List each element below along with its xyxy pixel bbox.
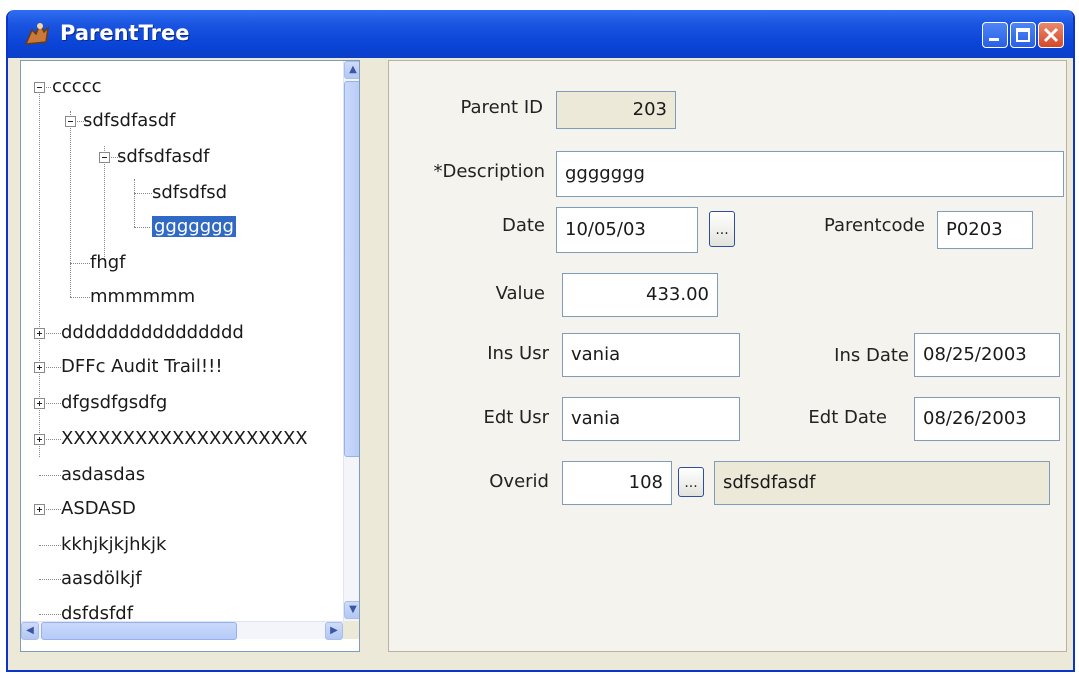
tree-horizontal-scrollbar[interactable]: ◀ ▶ — [21, 621, 343, 640]
tree-node[interactable]: sdfsdfsd — [152, 180, 227, 206]
tree-node[interactable]: mmmmmm — [90, 284, 195, 310]
value-field[interactable]: 433.00 — [562, 273, 718, 317]
horizontal-scroll-thumb[interactable] — [41, 622, 237, 640]
collapse-icon[interactable] — [65, 116, 76, 127]
tree-connector — [104, 146, 105, 261]
vertical-scroll-thumb[interactable] — [344, 81, 359, 457]
date-label: Date — [501, 215, 545, 236]
overid-description-field: sdfsdfasdf — [714, 461, 1050, 505]
collapse-icon[interactable] — [99, 152, 110, 163]
description-label: *Description — [433, 161, 545, 182]
tree-node[interactable]: fhgf — [90, 250, 126, 276]
tree-node[interactable]: aasdölkjf — [61, 566, 142, 592]
detail-form: Parent ID 203 *Description ggggggg Date … — [388, 60, 1067, 652]
expand-icon[interactable] — [34, 504, 45, 515]
tree-vertical-scrollbar[interactable]: ▲ ▼ — [343, 61, 359, 621]
maximize-button[interactable] — [1010, 22, 1036, 48]
expand-icon[interactable] — [34, 434, 45, 445]
date-field[interactable]: 10/05/03 — [556, 207, 698, 253]
scroll-down-icon[interactable]: ▼ — [344, 601, 359, 619]
tree-node[interactable]: XXXXXXXXXXXXXXXXXXXX — [61, 426, 308, 452]
ins-usr-label: Ins Usr — [487, 343, 549, 364]
title-bar[interactable]: ParentTree — [8, 10, 1073, 58]
tree-connector — [134, 179, 135, 227]
scroll-left-icon[interactable]: ◀ — [21, 622, 39, 640]
minimize-icon — [989, 38, 999, 41]
edt-usr-label: Edt Usr — [483, 407, 549, 428]
app-window: ParentTree ccccc sdfsdfasdf sdfsdfasdf s… — [6, 10, 1075, 672]
parentcode-label: Parentcode — [823, 215, 925, 236]
tree-connector — [39, 475, 61, 476]
close-icon — [1043, 27, 1059, 43]
tree-connector — [39, 545, 61, 546]
tree-node[interactable]: kkhjkjkjhkjk — [61, 532, 166, 558]
tree-node[interactable]: dfgsdfgsdfg — [61, 390, 167, 416]
tree-connector — [134, 193, 152, 194]
tree-connector — [70, 297, 90, 298]
description-field[interactable]: ggggggg — [556, 151, 1064, 197]
ins-usr-field[interactable]: vania — [562, 333, 740, 377]
parent-tree[interactable]: ccccc sdfsdfasdf sdfsdfasdf sdfsdfsd ggg… — [21, 61, 343, 621]
expand-icon[interactable] — [34, 328, 45, 339]
parent-id-field: 203 — [556, 91, 676, 129]
collapse-icon[interactable] — [34, 82, 45, 93]
edt-usr-field[interactable]: vania — [562, 397, 740, 441]
tree-node[interactable]: sdfsdfasdf — [83, 108, 175, 134]
tree-panel: ccccc sdfsdfasdf sdfsdfasdf sdfsdfsd ggg… — [20, 60, 360, 652]
value-label: Value — [495, 283, 545, 304]
tree-connector — [134, 227, 152, 228]
tree-connector — [70, 263, 90, 264]
window-title: ParentTree — [60, 21, 190, 45]
maximize-icon — [1016, 28, 1030, 42]
tree-connector — [70, 111, 71, 297]
tree-node[interactable]: ccccc — [52, 74, 101, 100]
scroll-up-icon[interactable]: ▲ — [344, 61, 359, 79]
scrollbar-corner — [343, 621, 359, 639]
edt-date-field[interactable]: 08/26/2003 — [914, 397, 1060, 441]
edt-date-label: Edt Date — [808, 407, 887, 428]
tree-node-selected[interactable]: ggggggg — [151, 214, 237, 240]
expand-icon[interactable] — [34, 362, 45, 373]
expand-icon[interactable] — [34, 398, 45, 409]
tree-connector — [39, 579, 61, 580]
minimize-button[interactable] — [982, 22, 1008, 48]
status-bar — [8, 654, 1073, 670]
close-button[interactable] — [1038, 22, 1064, 48]
tree-node[interactable]: ASDASD — [61, 496, 136, 522]
app-icon — [24, 22, 50, 45]
tree-node[interactable]: asdasdas — [61, 462, 145, 488]
tree-node[interactable]: sdfsdfasdf — [117, 144, 209, 170]
scroll-right-icon[interactable]: ▶ — [325, 622, 343, 640]
tree-node[interactable]: DFFc Audit Trail!!! — [61, 354, 223, 380]
overid-field[interactable]: 108 — [562, 461, 672, 505]
overid-label: Overid — [489, 471, 549, 492]
parent-id-label: Parent ID — [460, 97, 543, 118]
tree-node[interactable]: dsfdsfdf — [61, 601, 133, 621]
overid-lookup-button[interactable]: ... — [678, 467, 704, 497]
tree-connector — [39, 614, 61, 615]
ins-date-field[interactable]: 08/25/2003 — [914, 333, 1060, 377]
parentcode-field[interactable]: P0203 — [937, 211, 1033, 249]
date-picker-button[interactable]: ... — [709, 211, 735, 247]
ins-date-label: Ins Date — [834, 345, 909, 366]
tree-node[interactable]: dddddddddddddddd — [61, 320, 244, 346]
